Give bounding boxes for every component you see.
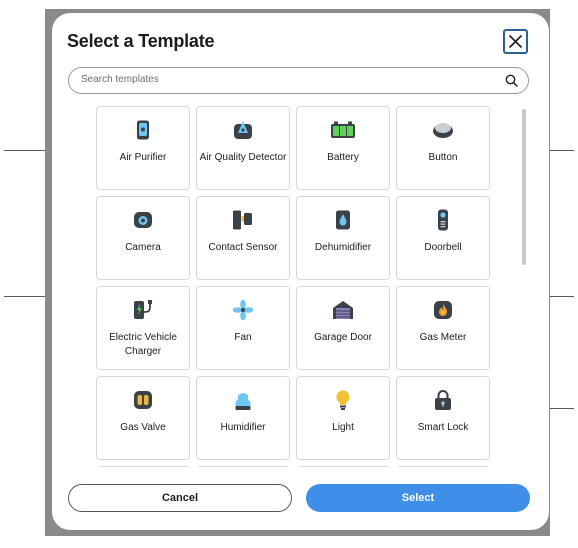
background-divider [550, 296, 574, 297]
template-card-camera[interactable]: Camera [96, 196, 190, 280]
template-dialog: Select a Template Search templates Air P… [52, 13, 549, 530]
dehumidifier-icon [297, 209, 389, 231]
template-card-air-purifier[interactable]: Air Purifier [96, 106, 190, 190]
camera-icon [97, 209, 189, 231]
template-card-electric-vehicle-charger[interactable]: Electric Vehicle Charger [96, 286, 190, 370]
template-label: Fan [234, 332, 252, 343]
template-card[interactable] [96, 466, 190, 467]
cancel-button[interactable]: Cancel [68, 484, 292, 512]
light-bulb-icon [297, 389, 389, 411]
contact-sensor-icon [197, 209, 289, 231]
template-card-button[interactable]: Button [396, 106, 490, 190]
fan-icon [197, 299, 289, 321]
air-quality-icon [197, 119, 289, 141]
template-card[interactable] [196, 466, 290, 467]
garage-door-icon [297, 299, 389, 321]
template-label: Contact Sensor [208, 242, 278, 253]
battery-icon [297, 119, 389, 141]
template-label: Button [428, 152, 458, 163]
dialog-title: Select a Template [67, 31, 215, 51]
background-divider [550, 150, 574, 151]
scrollbar-thumb[interactable] [522, 109, 526, 265]
search-placeholder: Search templates [81, 74, 159, 85]
close-icon [508, 34, 523, 49]
template-card-contact-sensor[interactable]: Contact Sensor [196, 196, 290, 280]
air-purifier-icon [97, 119, 189, 141]
ev-charger-icon [97, 299, 189, 321]
template-label: Smart Lock [417, 422, 469, 433]
template-card-gas-valve[interactable]: Gas Valve [96, 376, 190, 460]
template-label: Air Quality Detector [199, 152, 287, 163]
template-card-gas-meter[interactable]: Gas Meter [396, 286, 490, 370]
template-label: Light [332, 422, 354, 433]
template-label: Camera [125, 242, 161, 253]
background-divider [4, 150, 45, 151]
gas-valve-icon [97, 389, 189, 411]
template-card-air-quality-detector[interactable]: Air Quality Detector [196, 106, 290, 190]
background-divider [4, 296, 45, 297]
template-label: Garage Door [314, 332, 372, 343]
template-card-doorbell[interactable]: Doorbell [396, 196, 490, 280]
template-label: Air Purifier [119, 152, 167, 163]
template-label: Humidifier [220, 422, 266, 433]
template-card-dehumidifier[interactable]: Dehumidifier [296, 196, 390, 280]
lock-icon [397, 389, 489, 411]
template-label: Battery [327, 152, 359, 163]
humidifier-icon [197, 389, 289, 411]
select-button[interactable]: Select [306, 484, 530, 512]
template-card-battery[interactable]: Battery [296, 106, 390, 190]
template-label: Electric Vehicle Charger [109, 332, 177, 357]
template-card-smart-lock[interactable]: Smart Lock [396, 376, 490, 460]
close-button[interactable] [503, 29, 528, 54]
template-card-fan[interactable]: Fan [196, 286, 290, 370]
doorbell-icon [397, 209, 489, 231]
template-grid: Air Purifier Air Quality Detector Battery B… [96, 106, 492, 467]
template-label: Doorbell [424, 242, 462, 253]
template-card-humidifier[interactable]: Humidifier [196, 376, 290, 460]
background-divider [550, 408, 574, 409]
gas-meter-icon [397, 299, 489, 321]
template-card[interactable] [396, 466, 490, 467]
template-label: Gas Meter [419, 332, 467, 343]
search-input[interactable]: Search templates [68, 67, 529, 94]
template-card-garage-door[interactable]: Garage Door [296, 286, 390, 370]
template-label: Gas Valve [120, 422, 166, 433]
template-card[interactable] [296, 466, 390, 467]
template-label: Dehumidifier [314, 242, 372, 253]
search-icon[interactable] [505, 74, 518, 87]
button-icon [397, 119, 489, 141]
template-grid-viewport: Air Purifier Air Quality Detector Battery B… [96, 106, 492, 467]
template-card-light[interactable]: Light [296, 376, 390, 460]
